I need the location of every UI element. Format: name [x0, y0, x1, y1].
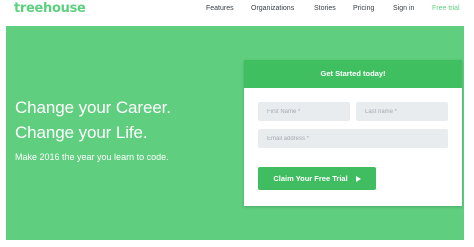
nav-link-features[interactable]: Features — [206, 5, 234, 12]
hero-section: Change your Career. Change your Life. Ma… — [6, 26, 464, 240]
nav-link-pricing[interactable]: Pricing — [353, 5, 374, 12]
nav-link-free-trial[interactable]: Free trial — [432, 5, 460, 12]
signup-card-title: Get Started today! — [244, 60, 462, 88]
hero-subline: Make 2016 the year you learn to code. — [15, 152, 169, 162]
first-name-input[interactable] — [258, 102, 350, 121]
headline-line-2: Change your Life. — [15, 123, 148, 142]
email-input[interactable] — [258, 129, 448, 148]
claim-free-trial-label: Claim Your Free Trial — [273, 174, 348, 183]
top-navigation: treehouse Features Organizations Stories… — [0, 0, 474, 22]
headline-line-1: Change your Career. — [15, 98, 171, 117]
hero-headline: Change your Career. Change your Life. — [15, 95, 171, 145]
signup-card: Get Started today! Claim Your Free Trial — [244, 60, 462, 206]
nav-link-organizations[interactable]: Organizations — [251, 5, 294, 12]
nav-link-stories[interactable]: Stories — [314, 5, 336, 12]
play-arrow-icon — [355, 175, 361, 182]
claim-free-trial-button[interactable]: Claim Your Free Trial — [258, 167, 376, 190]
nav-link-sign-in[interactable]: Sign in — [393, 5, 414, 12]
treehouse-logo[interactable]: treehouse — [14, 1, 86, 16]
last-name-input[interactable] — [356, 102, 448, 121]
